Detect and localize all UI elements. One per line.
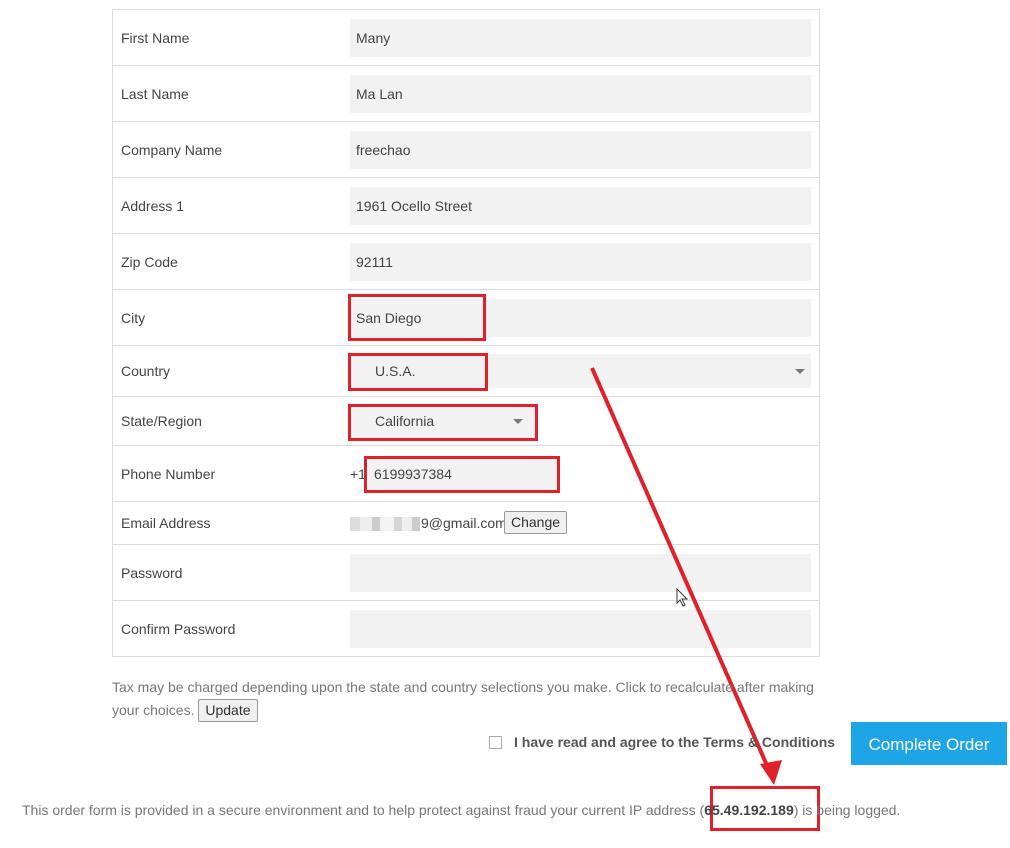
footer-text-after: ) is being logged. bbox=[793, 802, 901, 818]
mouse-cursor-icon bbox=[676, 588, 689, 607]
email-domain: 9@gmail.com bbox=[421, 515, 507, 531]
email-address-label: Email Address bbox=[121, 515, 211, 531]
terms-agree-prefix: I have read and agree to the bbox=[514, 734, 704, 750]
address-input[interactable]: 1961 Ocello Street bbox=[350, 187, 811, 225]
tax-note: Tax may be charged depending upon the st… bbox=[112, 676, 832, 722]
zip-code-label: Zip Code bbox=[121, 254, 178, 270]
ip-address: 65.49.192.189 bbox=[704, 802, 794, 818]
country-label: Country bbox=[121, 363, 171, 379]
last-name-input[interactable]: Ma Lan bbox=[350, 75, 811, 113]
zip-code-input[interactable]: 92111 bbox=[350, 243, 811, 281]
terms-agree-text: I have read and agree to the Terms & Con… bbox=[514, 734, 835, 750]
form-row-zip: Zip Code 92111 bbox=[113, 234, 819, 290]
update-button[interactable]: Update bbox=[198, 699, 258, 722]
password-input[interactable] bbox=[350, 554, 811, 592]
email-address-value: 9@gmail.com bbox=[350, 515, 507, 532]
state-region-label: State/Region bbox=[121, 413, 202, 429]
footer-text-before: This order form is provided in a secure … bbox=[22, 802, 705, 818]
form-row-first-name: First Name Many bbox=[113, 10, 819, 66]
annotation-box-city bbox=[348, 294, 486, 341]
company-name-label: Company Name bbox=[121, 142, 223, 158]
redacted-email-prefix bbox=[350, 517, 420, 532]
form-row-last-name: Last Name Ma Lan bbox=[113, 66, 819, 122]
arrow-head-icon bbox=[760, 760, 782, 785]
annotation-box-country bbox=[348, 353, 488, 391]
change-email-button[interactable]: Change bbox=[504, 511, 568, 534]
terms-conditions-link[interactable]: Terms & Conditions bbox=[703, 734, 835, 750]
form-row-confirm-password: Confirm Password bbox=[113, 601, 819, 657]
phone-number-label: Phone Number bbox=[121, 466, 216, 482]
form-row-password: Password bbox=[113, 545, 819, 601]
terms-checkbox[interactable] bbox=[489, 736, 502, 749]
first-name-label: First Name bbox=[121, 30, 190, 46]
chevron-down-icon bbox=[795, 369, 805, 374]
security-footer: This order form is provided in a secure … bbox=[22, 802, 900, 818]
form-row-company: Company Name freechao bbox=[113, 122, 819, 178]
form-row-email: Email Address 9@gmail.com Change bbox=[113, 502, 819, 545]
company-name-input[interactable]: freechao bbox=[350, 131, 811, 169]
confirm-password-label: Confirm Password bbox=[121, 621, 236, 637]
annotation-box-phone bbox=[364, 456, 560, 493]
last-name-label: Last Name bbox=[121, 86, 189, 102]
form-row-address: Address 1 1961 Ocello Street bbox=[113, 178, 819, 234]
annotation-box-state bbox=[348, 404, 538, 441]
address-label: Address 1 bbox=[121, 198, 185, 214]
confirm-password-input[interactable] bbox=[350, 610, 811, 648]
complete-order-button[interactable]: Complete Order bbox=[851, 722, 1007, 765]
password-label: Password bbox=[121, 565, 183, 581]
city-label: City bbox=[121, 310, 146, 326]
first-name-input[interactable]: Many bbox=[350, 19, 811, 57]
